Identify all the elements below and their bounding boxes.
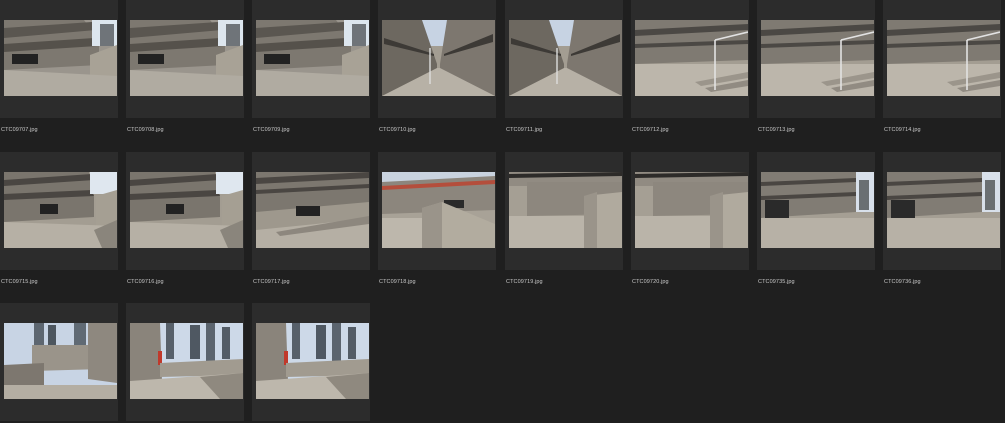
photo-tile[interactable]: CTC09736.jpg — [883, 152, 1001, 285]
photo-filename: CTC09717.jpg — [253, 279, 290, 285]
photo-tile[interactable]: CTC09710.jpg — [378, 0, 496, 133]
photo-filename: CTC09715.jpg — [1, 279, 38, 285]
photo-thumbnail[interactable] — [635, 20, 748, 96]
photo-tile[interactable]: CTC09707.jpg — [0, 0, 118, 133]
photo-thumbnail[interactable] — [256, 172, 369, 248]
photo-thumbnail[interactable] — [509, 172, 622, 248]
photo-filename: CTC09710.jpg — [379, 127, 416, 133]
photo-thumbnail[interactable] — [761, 172, 874, 248]
photo-thumbnail[interactable] — [4, 20, 117, 96]
photo-tile[interactable]: CTC09718.jpg — [378, 152, 496, 285]
photo-tile[interactable] — [0, 303, 118, 421]
photo-filename: CTC09713.jpg — [758, 127, 795, 133]
photo-filename: CTC09709.jpg — [253, 127, 290, 133]
photo-thumbnail[interactable] — [887, 20, 1000, 96]
photo-filename: CTC09708.jpg — [127, 127, 164, 133]
photo-thumbnail[interactable] — [130, 323, 243, 399]
photo-thumbnail[interactable] — [761, 20, 874, 96]
photo-filename: CTC09712.jpg — [632, 127, 669, 133]
photo-tile[interactable]: CTC09720.jpg — [631, 152, 749, 285]
photo-filename: CTC09711.jpg — [506, 127, 543, 133]
photo-tile[interactable]: CTC09709.jpg — [252, 0, 370, 133]
photo-thumbnail[interactable] — [256, 20, 369, 96]
photo-thumbnail[interactable] — [635, 172, 748, 248]
photo-tile[interactable]: CTC09715.jpg — [0, 152, 118, 285]
photo-tile[interactable]: CTC09735.jpg — [757, 152, 875, 285]
photo-filename: CTC09720.jpg — [632, 279, 669, 285]
photo-tile[interactable]: CTC09713.jpg — [757, 0, 875, 133]
photo-tile[interactable]: CTC09711.jpg — [505, 0, 623, 133]
photo-thumbnail[interactable] — [382, 20, 495, 96]
photo-filename: CTC09736.jpg — [884, 279, 921, 285]
photo-thumbnail[interactable] — [130, 20, 243, 96]
photo-filename: CTC09735.jpg — [758, 279, 795, 285]
photo-tile[interactable] — [126, 303, 244, 421]
photo-tile[interactable]: CTC09708.jpg — [126, 0, 244, 133]
photo-filename: CTC09718.jpg — [379, 279, 416, 285]
photo-tile[interactable]: CTC09712.jpg — [631, 0, 749, 133]
photo-filename: CTC09719.jpg — [506, 279, 543, 285]
photo-tile[interactable]: CTC09719.jpg — [505, 152, 623, 285]
photo-tile[interactable]: CTC09717.jpg — [252, 152, 370, 285]
photo-filename: CTC09707.jpg — [1, 127, 38, 133]
photo-thumbnail[interactable] — [4, 323, 117, 399]
photo-filename: CTC09716.jpg — [127, 279, 164, 285]
photo-tile[interactable]: CTC09716.jpg — [126, 152, 244, 285]
photo-thumbnail[interactable] — [256, 323, 369, 399]
photo-thumbnail[interactable] — [382, 172, 495, 248]
photo-thumbnail[interactable] — [887, 172, 1000, 248]
photo-thumbnail[interactable] — [130, 172, 243, 248]
photo-tile[interactable] — [252, 303, 370, 421]
photo-thumbnail[interactable] — [509, 20, 622, 96]
photo-thumbnail[interactable] — [4, 172, 117, 248]
photo-grid: CTC09707.jpg CTC09708.jpg CTC09709.jpg C… — [0, 0, 1005, 423]
photo-tile[interactable]: CTC09714.jpg — [883, 0, 1001, 133]
photo-filename: CTC09714.jpg — [884, 127, 921, 133]
